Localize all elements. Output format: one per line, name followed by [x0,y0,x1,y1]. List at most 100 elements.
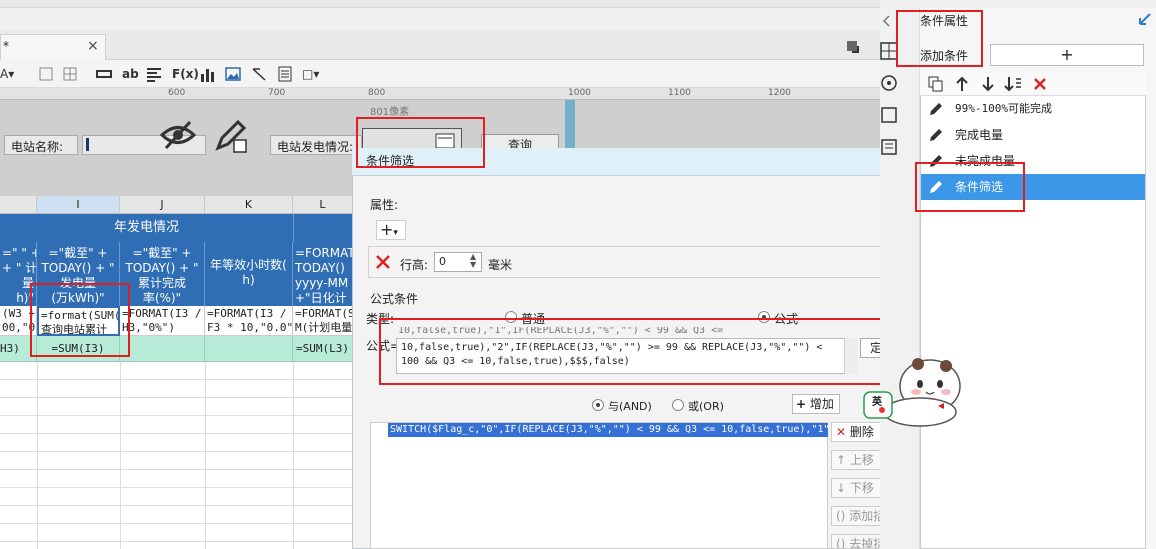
or-label: 或(OR) [688,400,724,413]
header-cell[interactable]: ="截至" + TODAY() + " 累计完成 率(%)" [120,242,205,306]
sum-cell[interactable]: H3) [0,336,37,362]
square-icon[interactable] [880,106,898,124]
cell-style-icon[interactable] [38,66,54,82]
type-label: 类型: [366,312,395,326]
formula-cond-label: 公式条件 [370,292,419,306]
data-cell-i3[interactable]: =format(SUM( 查询电站累计 [37,306,120,336]
grid-line [37,362,38,549]
toolbar: A▾ ab F(x) □▾ [0,60,880,88]
type-normal-radio[interactable] [505,311,517,323]
attr-label: 属性: [370,198,399,212]
formula-input[interactable]: 10,false,true),"2",IF(REPLACE(J3,"%","")… [396,338,858,374]
condition-item[interactable]: 99%-100%可能完成 [921,96,1145,122]
add-attr-button[interactable]: +▾ [376,220,406,240]
move-bottom-icon[interactable] [1004,76,1022,92]
text-icon[interactable]: ab [122,66,139,82]
paren-icon: () [836,509,846,523]
tab-bar [0,30,880,60]
empty-grid[interactable] [0,362,352,549]
grid-line [293,362,294,549]
text-cursor [86,138,89,151]
line-icon[interactable] [251,66,267,82]
condition-row-selected[interactable]: SWITCH($Flag_c,"0",IF(REPLACE(J3,"%","")… [388,423,828,437]
type-formula-label: 公式 [774,312,799,326]
add-condition-plus-button[interactable]: + [990,44,1144,66]
image-icon[interactable] [225,66,241,82]
paren-remove-icon: () [836,537,846,549]
condition-list[interactable] [370,422,828,549]
header-cell[interactable]: ="截至" + TODAY() + " 发电量 (万kWh)" [37,242,120,306]
col-header-i[interactable]: I [37,196,120,214]
data-cell[interactable]: =FORMAT(I3 / F3 * 10,"0.0") [205,306,293,336]
sum-cell[interactable]: =SUM(L3) [293,336,353,362]
pin-icon[interactable] [1138,12,1152,26]
plus-icon: + [796,397,807,411]
border-icon[interactable]: □▾ [302,66,319,82]
arrow-up-icon: ↑ [836,453,847,467]
condition-icon[interactable] [880,138,898,156]
data-cell[interactable]: (W3 + 00,"0 [0,306,37,336]
condition-item-label: 未完成电量 [955,154,1016,168]
formula-scrollbar[interactable] [844,338,858,374]
spinner-icon[interactable]: ▲ ▼ [470,253,476,269]
ruler-mark: 800 [368,88,386,98]
close-icon[interactable]: × [87,38,99,54]
ruler: 600 700 800 1000 1100 1200 [0,88,880,100]
condition-item-label: 完成电量 [955,128,1004,142]
or-radio[interactable] [672,399,684,411]
arrow-down-icon[interactable] [980,76,996,92]
condition-item[interactable]: 未完成电量 [921,148,1145,174]
header-group[interactable]: 年发电情况 [0,214,293,242]
col-header-l[interactable]: L [293,196,353,214]
arrow-up-icon[interactable] [954,76,970,92]
pencil-icon [930,129,942,141]
formula-icon[interactable]: F(x) [172,66,199,82]
panel-title: 条件属性 [920,14,969,28]
edit-icon[interactable] [212,118,248,154]
add-label: 增加 [809,397,834,411]
sum-cell[interactable] [120,336,205,362]
cell-element-icon[interactable] [880,42,898,60]
list-icon[interactable] [277,66,293,82]
eye-off-icon[interactable] [160,120,196,150]
textbox-icon[interactable] [96,66,112,82]
grid-line [120,362,121,549]
type-formula-radio[interactable] [758,311,770,323]
delete-icon[interactable] [374,253,392,271]
delete-x-icon: ✕ [836,425,847,439]
copy-icon[interactable] [928,76,944,92]
collapse-icon[interactable] [880,14,894,28]
grid-line [205,362,206,549]
sum-cell[interactable] [205,336,293,362]
add-condition-button[interactable]: + 增加 [792,394,840,414]
data-cell[interactable]: =FORMAT(S M(计划电量 [293,306,353,336]
header-cell[interactable]: 年等效小时数( h) [205,242,293,306]
col-header-k[interactable]: K [205,196,293,214]
header-cell[interactable]: =" " + + " 计 量 h)" [0,242,37,306]
condition-item-label: 条件筛选 [955,180,1004,194]
sum-cell[interactable]: =SUM(I3) [37,336,120,362]
generation-label: 电站发电情况: [270,135,362,155]
col-header-j[interactable]: J [120,196,205,214]
condition-item[interactable]: 完成电量 [921,122,1145,148]
list-toolbar [920,72,1146,96]
ruler-mark: 700 [268,88,286,98]
pencil-icon [930,103,942,115]
grid-icon[interactable] [62,66,78,82]
tab-report[interactable]: * × [0,34,106,60]
float-element-icon[interactable] [880,74,898,92]
and-radio[interactable] [592,399,604,411]
data-cell[interactable]: =FORMAT(I3 / H3,"0%") [120,306,205,336]
expand-icon[interactable] [846,40,860,54]
sticker-image [863,358,961,427]
header-cell[interactable]: =FORMAT( TODAY() yyyy-MM +"日化计 [293,242,353,306]
move-up-label: 上移 [849,453,874,467]
chart-icon[interactable] [200,66,216,82]
align-icon[interactable] [146,66,162,82]
delete-icon[interactable] [1032,76,1048,92]
pixel-label: 801像素 [370,107,410,118]
header-group-2[interactable] [293,214,353,242]
col-header[interactable] [0,196,37,214]
condition-item-selected[interactable]: 条件筛选 [921,174,1145,200]
font-color-icon[interactable]: A▾ [0,66,14,82]
